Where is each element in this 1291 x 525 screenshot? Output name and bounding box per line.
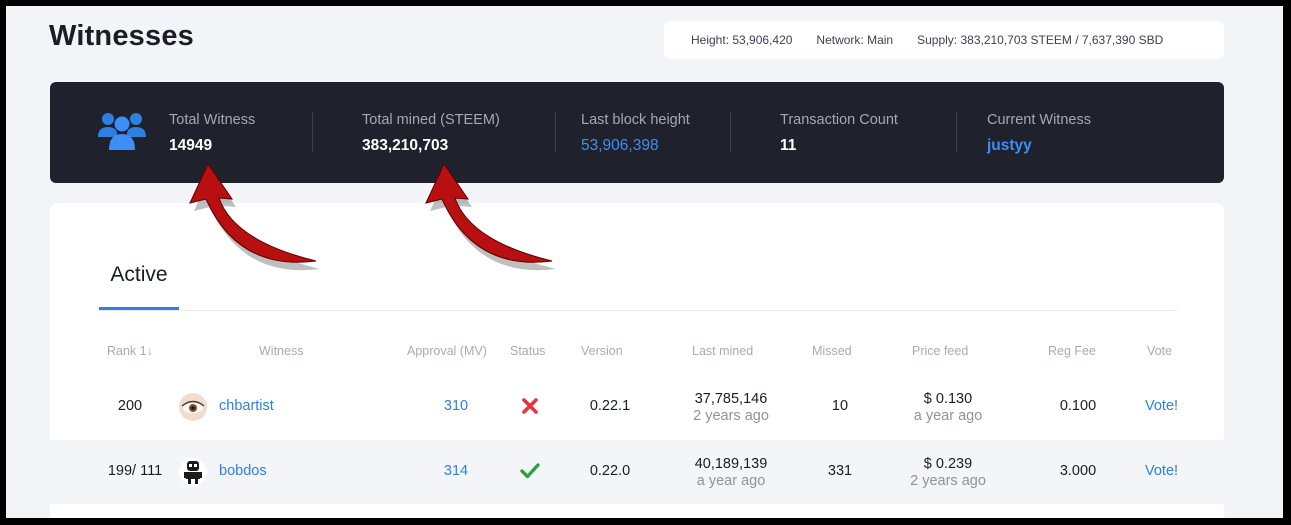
price-feed-time: a year ago [913,408,983,424]
column-header-reg-fee: Reg Fee [1048,344,1096,358]
total-witness-value: 14949 [169,137,213,154]
current-witness-label: Current Witness [987,112,1091,128]
price-feed-time: 2 years ago [910,473,986,489]
witness-link[interactable]: chbartist [219,398,274,414]
version-cell: 0.22.0 [589,463,631,479]
last-block-label: Last block height [581,112,690,128]
last-mined-block: 37,785,146 [694,391,768,407]
last-mined-cell: 37,785,146 2 years ago [671,391,791,425]
stat-last-block: Last block height 53,906,398 [581,112,690,155]
active-check-icon [520,463,540,479]
rank-cell: 200 [117,398,143,414]
table-row: 199/ 111 bobdos 314 0.22.0 40,189,139 a … [50,440,1224,504]
divider [555,112,556,152]
price-feed-cell: $ 0.239 2 years ago [893,456,1003,490]
supply-info: Supply: 383,210,703 STEEM / 7,637,390 SB… [917,33,1164,47]
annotation-arrow-icon [425,162,556,271]
column-header-rank[interactable]: Rank 1↓ [107,344,153,358]
screenshot-frame: Witnesses Height: 53,906,420 Network: Ma… [6,6,1283,518]
approval-link[interactable]: 314 [421,463,491,479]
stat-transaction-count: Transaction Count 11 [780,112,898,155]
users-icon [98,113,146,150]
vote-link[interactable]: Vote! [1145,398,1178,414]
stat-total-witness: Total Witness 14949 [169,112,255,155]
divider [312,112,313,152]
last-mined-time: 2 years ago [693,408,769,424]
page-title: Witnesses [49,20,194,52]
price-feed-value: $ 0.239 [923,456,973,472]
avatar[interactable] [179,393,207,421]
tx-count-label: Transaction Count [780,112,898,128]
column-header-missed: Missed [812,344,852,358]
network-info-bar: Height: 53,906,420 Network: Main Supply:… [664,21,1224,59]
divider [730,112,731,152]
missed-cell: 10 [831,398,849,414]
network-info: Network: Main [816,33,894,47]
column-header-approval: Approval (MV) [407,344,487,358]
table-row: 200 chbartist 310 0.22.1 37,785,146 2 ye… [50,375,1224,439]
eye-avatar-icon [181,400,205,413]
total-witness-label: Total Witness [169,112,256,128]
missed-cell: 331 [827,463,853,479]
inactive-x-icon [522,398,538,414]
tab-active[interactable]: Active [99,263,179,287]
column-header-last-mined: Last mined [692,344,754,358]
last-mined-block: 40,189,139 [694,456,768,472]
current-witness-link[interactable]: justyy [987,137,1091,155]
tx-count-value: 11 [780,137,797,154]
stat-total-mined: Total mined (STEEM) 383,210,703 [362,112,500,155]
approval-link[interactable]: 310 [421,398,491,414]
last-mined-time: a year ago [696,473,766,489]
divider [956,112,957,152]
column-header-vote: Vote [1147,344,1173,358]
column-header-price-feed: Price feed [912,344,969,358]
witness-link[interactable]: bobdos [219,463,267,479]
rank-cell: 199/ 111 [107,463,163,479]
block-height-info: Height: 53,906,420 [691,33,793,47]
price-feed-value: $ 0.130 [923,391,973,407]
tab-divider [99,310,1177,311]
reg-fee-cell: 3.000 [1059,463,1097,479]
column-header-witness: Witness [259,344,304,358]
reg-fee-cell: 0.100 [1059,398,1097,414]
total-mined-label: Total mined (STEEM) [362,112,500,128]
avatar[interactable] [179,458,207,486]
last-block-link[interactable]: 53,906,398 [581,137,690,155]
version-cell: 0.22.1 [589,398,631,414]
annotation-arrow-icon [189,162,320,271]
stat-current-witness: Current Witness justyy [987,112,1091,155]
price-feed-cell: $ 0.130 a year ago [893,391,1003,425]
column-header-version: Version [581,344,623,358]
last-mined-cell: 40,189,139 a year ago [671,456,791,490]
column-header-status: Status [510,344,546,358]
total-mined-value: 383,210,703 [362,137,449,154]
robot-avatar-icon [184,461,202,484]
vote-link[interactable]: Vote! [1145,463,1178,479]
